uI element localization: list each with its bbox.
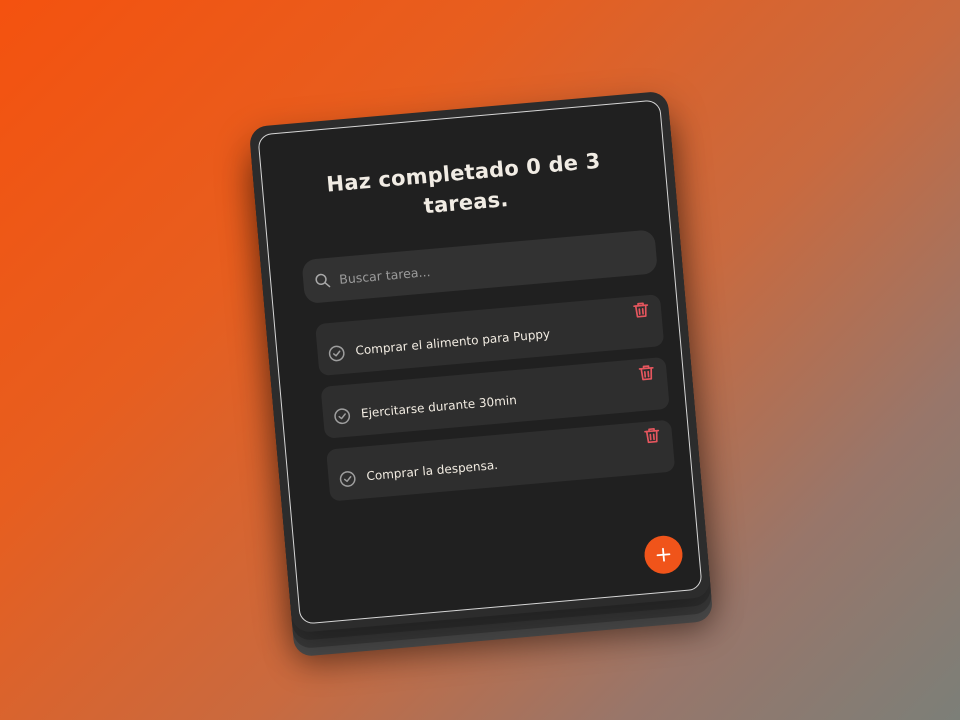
todo-card: Haz completado 0 de 3 tareas. Co — [248, 90, 712, 634]
page-title: Haz completado 0 de 3 tareas. — [325, 148, 602, 219]
task-list: Comprar el alimento para Puppy Ejercitar… — [315, 294, 676, 512]
todo-card-stack: Haz completado 0 de 3 tareas. Co — [248, 90, 714, 658]
check-circle-icon[interactable] — [338, 469, 358, 489]
trash-icon[interactable] — [641, 424, 663, 446]
task-label: Comprar el alimento para Puppy — [354, 326, 551, 358]
check-circle-icon[interactable] — [327, 344, 347, 364]
todo-card-inner: Haz completado 0 de 3 tareas. Co — [257, 99, 703, 625]
trash-icon[interactable] — [630, 299, 652, 321]
plus-icon — [656, 547, 671, 562]
trash-icon[interactable] — [636, 362, 658, 384]
task-label: Comprar la despensa. — [365, 457, 499, 484]
search-input[interactable] — [338, 243, 657, 287]
app-background: Haz completado 0 de 3 tareas. Co — [0, 0, 960, 720]
search-icon — [315, 273, 331, 288]
add-task-button[interactable] — [642, 534, 685, 576]
search-bar[interactable] — [301, 229, 658, 305]
check-circle-icon[interactable] — [332, 406, 352, 426]
task-label: Ejercitarse durante 30min — [360, 392, 518, 421]
